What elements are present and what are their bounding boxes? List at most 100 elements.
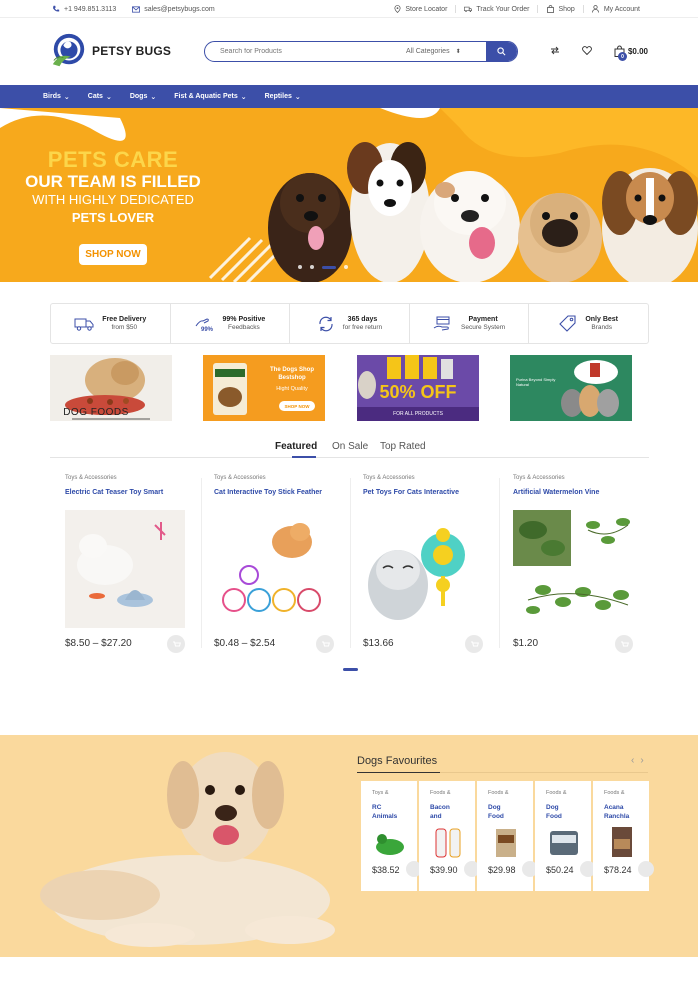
cart-icon	[172, 641, 181, 646]
mini-product-image[interactable]	[604, 825, 640, 859]
product-category[interactable]: Toys & Accessories	[513, 475, 565, 481]
mini-product-image[interactable]	[430, 825, 466, 859]
mini-product-title[interactable]: RC Animals	[372, 803, 412, 821]
nav-item-fish-aquatic[interactable]: Fist & Aquatic Pets ⌄	[174, 93, 246, 101]
product-card[interactable]: Toys & Accessories Pet Toys For Cats Int…	[348, 470, 498, 660]
banner-subtitle: Bestshop	[278, 375, 306, 381]
product-image[interactable]	[513, 510, 633, 628]
mini-product-category[interactable]: Foods &	[430, 790, 450, 796]
shop-now-button[interactable]: SHOP NOW	[79, 244, 147, 265]
site-header: PETSY BUGS All Categories ⬍ 0 $0.00	[0, 18, 698, 85]
banner-dog-foods[interactable]: DOG FOODS	[50, 355, 172, 421]
product-card[interactable]: Toys & Accessories Cat Interactive Toy S…	[199, 470, 349, 660]
banner-sale[interactable]: 50% OFF FOR ALL PRODUCTS	[357, 355, 479, 421]
add-to-cart-button[interactable]	[316, 635, 334, 653]
mini-product-card[interactable]: Foods & Bacon and $39.90	[419, 781, 480, 891]
product-title[interactable]: Cat Interactive Toy Stick Feather	[214, 489, 322, 496]
email-address: sales@petsybugs.com	[144, 5, 215, 13]
location-pin-icon	[393, 5, 401, 13]
slider-dot[interactable]	[298, 265, 302, 269]
feature-returns: 365 days for free return	[289, 304, 409, 343]
hero-title: PETS CARE	[47, 147, 179, 172]
mini-product-title[interactable]: Acana Ranchla	[604, 803, 644, 821]
mini-product-price: $50.24	[546, 865, 574, 875]
mini-product-image[interactable]	[372, 825, 408, 859]
compare-icon[interactable]	[550, 46, 560, 57]
mini-product-card[interactable]: Foods & Acana Ranchla $78.24	[593, 781, 654, 891]
store-locator-link[interactable]: Store Locator	[385, 5, 455, 13]
cart-icon	[321, 641, 330, 646]
feature-brands: Only Best Brands	[528, 304, 648, 343]
mini-product-image[interactable]	[488, 825, 524, 859]
tag-icon	[559, 314, 576, 332]
mini-product-price: $29.98	[488, 865, 516, 875]
phone-contact[interactable]: +1 949.851.3113	[52, 5, 116, 13]
product-title[interactable]: Pet Toys For Cats Interactive	[363, 489, 459, 496]
product-title[interactable]: Electric Cat Teaser Toy Smart	[65, 489, 163, 496]
slider-dot-active[interactable]	[322, 265, 336, 269]
tab-featured[interactable]: Featured	[275, 441, 317, 452]
tab-top-rated[interactable]: Top Rated	[380, 441, 426, 452]
tab-on-sale[interactable]: On Sale	[332, 441, 368, 452]
banner-purina[interactable]: Purina Beyond Simply Natural	[510, 355, 632, 421]
next-arrow-icon[interactable]: ›	[640, 755, 643, 766]
mini-product-title[interactable]: Bacon and	[430, 803, 470, 821]
category-select-value: All Categories	[406, 48, 450, 55]
mini-product-category[interactable]: Toys &	[372, 790, 389, 796]
product-image[interactable]	[363, 510, 483, 628]
search-button[interactable]	[486, 42, 517, 61]
category-select[interactable]: All Categories ⬍	[406, 48, 486, 55]
mini-product-image[interactable]	[546, 825, 582, 859]
slider-dot[interactable]	[310, 265, 314, 269]
chevron-down-icon: ⌄	[63, 93, 70, 101]
banner-purina-text: Purina Beyond Simply Natural	[516, 377, 556, 387]
product-category[interactable]: Toys & Accessories	[65, 475, 117, 481]
search-input[interactable]	[205, 48, 406, 55]
mini-product-card[interactable]: Foods & Dog Food $29.98	[477, 781, 538, 891]
hero-headline: PETS CARE OUR TEAM IS FILLED WITH HIGHLY…	[12, 148, 214, 228]
add-to-cart-button[interactable]	[465, 635, 483, 653]
product-category[interactable]: Toys & Accessories	[363, 475, 415, 481]
slider-dot[interactable]	[344, 265, 348, 269]
product-card[interactable]: Toys & Accessories Electric Cat Teaser T…	[50, 470, 200, 660]
cart-button[interactable]: 0 $0.00	[614, 45, 648, 61]
feature-sub: from $50	[111, 323, 138, 331]
product-card[interactable]: Toys & Accessories Artificial Watermelon…	[498, 470, 648, 660]
nav-item-dogs[interactable]: Dogs ⌄	[130, 93, 156, 101]
nav-item-cats[interactable]: Cats ⌄	[88, 93, 112, 101]
product-image[interactable]	[214, 510, 334, 628]
nav-item-reptiles[interactable]: Reptiles ⌄	[265, 93, 301, 101]
product-image[interactable]	[65, 510, 185, 628]
site-logo[interactable]: PETSY BUGS	[50, 32, 171, 70]
product-category[interactable]: Toys & Accessories	[214, 475, 266, 481]
mini-product-category[interactable]: Foods &	[546, 790, 566, 796]
mini-product-category[interactable]: Foods &	[604, 790, 624, 796]
cart-total: $0.00	[627, 46, 648, 56]
sale-subtext: FOR ALL PRODUCTS	[393, 411, 443, 417]
email-contact[interactable]: sales@petsybugs.com	[132, 5, 215, 13]
payment-hand-icon	[433, 316, 450, 330]
feature-sub: Feedbacks	[227, 323, 260, 331]
mail-icon	[132, 5, 141, 13]
product-price: $1.20	[513, 638, 539, 649]
banner-dogs-shop[interactable]: The Dogs Shop Bestshop Hight Quality SHO…	[203, 355, 325, 421]
carousel-indicator[interactable]	[343, 668, 358, 671]
tab-active-indicator	[292, 456, 316, 458]
banner-shop-now-button[interactable]: SHOP NOW	[279, 401, 315, 411]
add-to-cart-button[interactable]	[167, 635, 185, 653]
mini-product-title[interactable]: Dog Food	[546, 803, 586, 821]
mini-product-title[interactable]: Dog Food	[488, 803, 528, 821]
add-to-cart-button[interactable]	[638, 861, 654, 877]
my-account-link[interactable]: My Account	[582, 5, 648, 13]
nav-item-birds[interactable]: Birds ⌄	[43, 93, 70, 101]
prev-arrow-icon[interactable]: ‹	[631, 755, 634, 766]
track-order-link[interactable]: Track Your Order	[455, 5, 537, 13]
mini-product-card[interactable]: Toys & RC Animals $38.52	[361, 781, 422, 891]
product-title[interactable]: Artificial Watermelon Vine	[513, 489, 599, 496]
feature-sub: Secure System	[461, 323, 506, 331]
mini-product-card[interactable]: Foods & Dog Food $50.24	[535, 781, 596, 891]
wishlist-heart-icon[interactable]	[582, 45, 592, 57]
add-to-cart-button[interactable]	[615, 635, 633, 653]
shop-link[interactable]: Shop	[537, 5, 582, 13]
mini-product-category[interactable]: Foods &	[488, 790, 508, 796]
